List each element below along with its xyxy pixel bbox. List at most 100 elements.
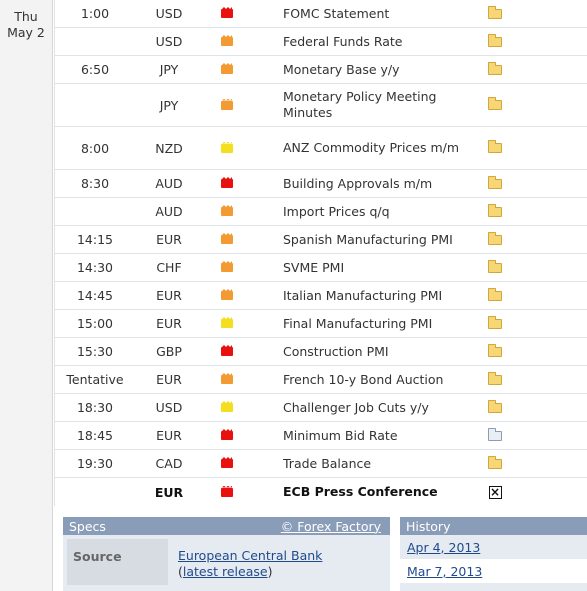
event-row[interactable]: 18:30 USD Challenger Job Cuts y/y xyxy=(54,394,587,422)
impact-cell xyxy=(219,127,235,169)
forex-factory-link[interactable]: © Forex Factory xyxy=(281,519,381,534)
event-time: 14:30 xyxy=(76,260,114,275)
detail-cell[interactable] xyxy=(487,282,503,309)
event-time xyxy=(55,84,135,126)
impact-medium-icon xyxy=(221,100,233,110)
detail-cell[interactable] xyxy=(487,56,503,83)
close-icon[interactable]: × xyxy=(488,485,502,499)
event-row[interactable]: 15:00 EUR Final Manufacturing PMI xyxy=(54,310,587,338)
detail-cell[interactable] xyxy=(487,394,503,421)
event-title: ANZ Commodity Prices m/m xyxy=(283,140,460,155)
event-currency: EUR xyxy=(156,428,182,443)
event-time: 6:50 xyxy=(80,62,110,77)
specs-panel: Specs © Forex Factory Source European Ce… xyxy=(63,517,390,591)
history-link[interactable]: Apr 4, 2013 xyxy=(407,540,480,555)
folder-icon[interactable] xyxy=(488,343,502,357)
history-item: Apr 4, 2013 xyxy=(400,535,587,559)
detail-cell[interactable] xyxy=(487,28,503,55)
detail-cell[interactable] xyxy=(487,0,503,27)
impact-cell xyxy=(219,394,235,421)
event-title: Monetary Base y/y xyxy=(283,61,400,77)
event-row[interactable]: 15:30 GBP Construction PMI xyxy=(54,338,587,366)
event-currency: CHF xyxy=(156,260,182,275)
impact-cell xyxy=(219,198,235,225)
event-title: Italian Manufacturing PMI xyxy=(283,287,443,303)
folder-icon[interactable] xyxy=(488,259,502,273)
folder-icon[interactable] xyxy=(488,231,502,245)
impact-cell xyxy=(219,254,235,281)
folder-icon[interactable] xyxy=(488,399,502,413)
event-currency: USD xyxy=(155,400,183,415)
event-row[interactable]: 19:30 CAD Trade Balance xyxy=(54,450,587,478)
detail-cell[interactable] xyxy=(487,366,503,393)
event-row[interactable]: 14:30 CHF SVME PMI xyxy=(54,254,587,282)
event-currency: GBP xyxy=(156,344,182,359)
event-row[interactable]: Tentative EUR French 10-y Bond Auction xyxy=(54,366,587,394)
document-folder-icon[interactable] xyxy=(488,427,502,441)
specs-title: Specs xyxy=(69,518,106,534)
folder-icon[interactable] xyxy=(488,371,502,385)
event-row[interactable]: 18:45 EUR Minimum Bid Rate xyxy=(54,422,587,450)
detail-cell[interactable] xyxy=(487,127,503,169)
detail-cell[interactable] xyxy=(487,254,503,281)
impact-high-icon xyxy=(221,487,233,497)
event-time: 1:00 xyxy=(80,6,110,21)
event-time: Tentative xyxy=(66,372,124,387)
folder-icon[interactable] xyxy=(488,315,502,329)
impact-medium-icon xyxy=(221,263,233,272)
event-currency: EUR xyxy=(154,484,184,500)
impact-medium-icon xyxy=(221,235,233,244)
event-time: 15:30 xyxy=(76,344,114,359)
impact-high-icon xyxy=(221,431,233,440)
folder-icon[interactable] xyxy=(488,97,502,110)
latest-release-link[interactable]: latest release xyxy=(183,564,268,579)
impact-medium-icon xyxy=(221,375,233,384)
detail-cell[interactable] xyxy=(487,310,503,337)
detail-cell[interactable] xyxy=(487,338,503,365)
folder-icon[interactable] xyxy=(488,61,502,75)
event-time: 18:30 xyxy=(76,400,114,415)
detail-cell[interactable] xyxy=(487,226,503,253)
event-currency: JPY xyxy=(159,62,179,77)
detail-cell[interactable] xyxy=(487,198,503,225)
impact-cell xyxy=(219,310,235,337)
event-row[interactable]: JPY Monetary Policy Meeting Minutes xyxy=(54,84,587,127)
folder-icon[interactable] xyxy=(488,5,502,19)
event-title: Minimum Bid Rate xyxy=(283,427,398,443)
event-row[interactable]: 14:15 EUR Spanish Manufacturing PMI xyxy=(54,226,587,254)
event-row[interactable]: USD Federal Funds Rate xyxy=(54,28,587,56)
folder-icon[interactable] xyxy=(488,203,502,217)
event-row[interactable]: EUR ECB Press Conference × xyxy=(54,478,587,506)
impact-medium-icon xyxy=(221,291,233,300)
folder-icon[interactable] xyxy=(488,287,502,301)
history-panel: History Apr 4, 2013 Mar 7, 2013 xyxy=(400,517,587,591)
impact-cell xyxy=(219,366,235,393)
folder-icon[interactable] xyxy=(488,140,502,153)
folder-icon[interactable] xyxy=(488,455,502,469)
event-currency: USD xyxy=(155,34,183,49)
event-time xyxy=(55,478,135,506)
detail-cell[interactable] xyxy=(487,422,503,449)
detail-cell[interactable] xyxy=(487,450,503,477)
event-row[interactable]: 6:50 JPY Monetary Base y/y xyxy=(54,56,587,84)
event-title: Monetary Policy Meeting Minutes xyxy=(283,89,437,120)
event-time: 19:30 xyxy=(76,456,114,471)
impact-medium-icon xyxy=(221,37,233,46)
history-link[interactable]: Mar 7, 2013 xyxy=(407,564,482,579)
impact-cell xyxy=(219,0,235,27)
detail-cell[interactable]: × xyxy=(487,478,503,506)
event-date: Thu May 2 xyxy=(0,9,52,41)
event-row[interactable]: AUD Import Prices q/q xyxy=(54,198,587,226)
event-row[interactable]: 14:45 EUR Italian Manufacturing PMI xyxy=(54,282,587,310)
detail-cell[interactable] xyxy=(487,170,503,197)
detail-cell[interactable] xyxy=(487,84,503,126)
event-currency: AUD xyxy=(155,176,183,191)
folder-icon[interactable] xyxy=(488,33,502,47)
source-link[interactable]: European Central Bank xyxy=(178,548,322,563)
folder-icon[interactable] xyxy=(488,175,502,189)
event-row[interactable]: 8:00 NZD ANZ Commodity Prices m/m xyxy=(54,127,587,170)
impact-high-icon xyxy=(221,347,233,356)
event-row[interactable]: 1:00 USD FOMC Statement xyxy=(54,0,587,28)
event-row[interactable]: 8:30 AUD Building Approvals m/m xyxy=(54,170,587,198)
history-title: History xyxy=(406,518,451,534)
